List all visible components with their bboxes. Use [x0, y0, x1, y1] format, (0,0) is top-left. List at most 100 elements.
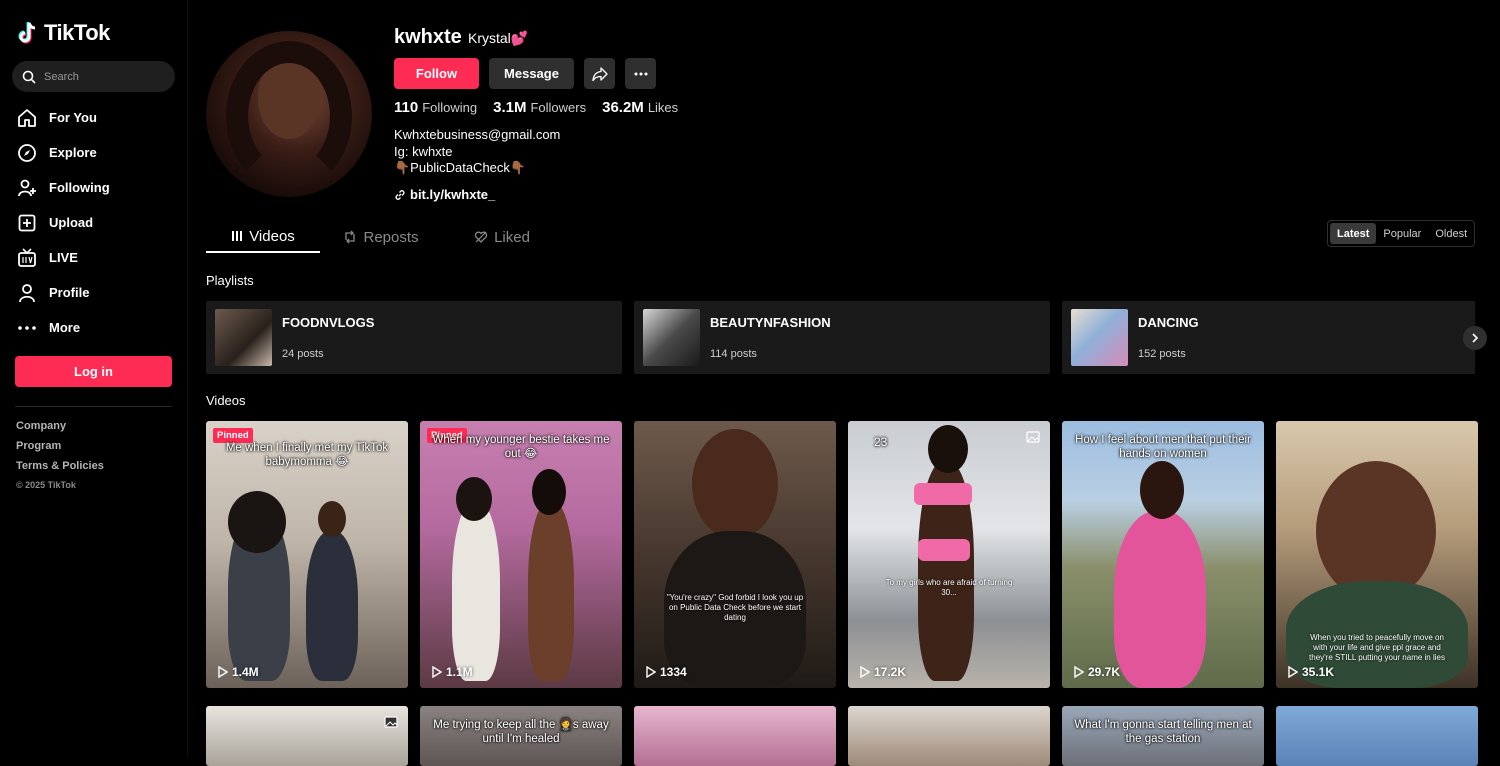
following-stat[interactable]: 110 Following: [394, 99, 477, 116]
play-icon: [1074, 666, 1084, 678]
playlist-name: DANCING: [1138, 315, 1199, 330]
search-bar[interactable]: [12, 61, 175, 92]
likes-count: 36.2M: [602, 99, 644, 116]
video-views: 35.1K: [1288, 665, 1334, 679]
liked-icon: [474, 231, 488, 243]
video-caption: What I'm gonna start telling men at the …: [1074, 719, 1252, 745]
video-card[interactable]: [1276, 706, 1478, 766]
video-figure-head: [692, 429, 778, 539]
search-icon: [22, 70, 36, 84]
followers-stat[interactable]: 3.1M Followers: [493, 99, 586, 116]
message-button[interactable]: Message: [489, 58, 574, 89]
play-icon: [432, 666, 442, 678]
video-figure-head: [1316, 461, 1436, 601]
video-figure-head: [228, 491, 286, 553]
video-card[interactable]: [848, 706, 1050, 766]
sort-latest[interactable]: Latest: [1330, 223, 1377, 244]
video-card[interactable]: Pinned Me when I finally met my TikTok b…: [206, 421, 408, 688]
sidebar: TikTok For You Explore Following: [0, 0, 188, 756]
video-figure: [1114, 511, 1206, 688]
more-options-button[interactable]: [625, 58, 656, 89]
video-card[interactable]: What I'm gonna start telling men at the …: [1062, 706, 1264, 766]
compass-icon: [17, 143, 37, 163]
follow-button[interactable]: Follow: [394, 58, 479, 89]
video-figure-head: [456, 477, 492, 521]
views-count: 1334: [660, 665, 687, 679]
avatar-hair: [226, 41, 352, 191]
nav-explore[interactable]: Explore: [17, 135, 177, 170]
video-figure: [528, 501, 574, 681]
playlist-name: BEAUTYNFASHION: [710, 315, 831, 330]
video-card[interactable]: [634, 706, 836, 766]
video-card[interactable]: "You're crazy" God forbid I look you up …: [634, 421, 836, 688]
video-views: 1.1M: [432, 665, 473, 679]
grid-icon: [232, 231, 243, 241]
nav-label: Following: [49, 180, 110, 195]
video-views: 29.7K: [1074, 665, 1120, 679]
video-figure-head: [318, 501, 346, 537]
tab-liked[interactable]: Liked: [442, 221, 562, 253]
playlist-card[interactable]: BEAUTYNFASHION 114 posts: [634, 301, 1050, 374]
tiktok-logo[interactable]: TikTok: [18, 20, 110, 46]
search-input[interactable]: [44, 70, 154, 83]
nav-label: For You: [49, 110, 97, 125]
footer-company-link[interactable]: Company: [16, 420, 104, 432]
views-count: 1.4M: [232, 665, 259, 679]
playlist-count: 152 posts: [1138, 348, 1186, 360]
video-card[interactable]: Me trying to keep all the 🤵s away until …: [420, 706, 622, 766]
sidebar-divider: [15, 406, 172, 407]
nav-live[interactable]: LIVE: [17, 240, 177, 275]
playlist-card[interactable]: DANCING 152 posts: [1062, 301, 1475, 374]
play-icon: [860, 666, 870, 678]
photo-icon: [384, 716, 398, 728]
playlist-info: DANCING 152 posts: [1138, 315, 1199, 360]
playlists-heading: Playlists: [206, 273, 254, 288]
video-caption: 23: [874, 435, 888, 449]
profile-link[interactable]: bit.ly/kwhxte_: [394, 187, 495, 202]
profile-tabs: Videos Reposts Liked: [206, 221, 562, 253]
playlists-row: FOODNVLOGS 24 posts BEAUTYNFASHION 114 p…: [206, 301, 1475, 374]
following-label: Following: [422, 100, 478, 115]
nav-label: More: [49, 320, 81, 335]
video-figure-head: [1140, 461, 1184, 519]
tab-label: Liked: [494, 228, 530, 246]
video-card[interactable]: 23 To my girls who are afraid of turning…: [848, 421, 1050, 688]
profile-avatar: [206, 31, 372, 197]
bio-line: Kwhxtebusiness@gmail.com: [394, 127, 561, 142]
sort-oldest[interactable]: Oldest: [1428, 223, 1474, 244]
playlist-thumbnail: [1071, 309, 1128, 366]
tab-videos[interactable]: Videos: [206, 221, 320, 253]
bio-line: 👇🏾PublicDataCheck👇🏾: [394, 160, 527, 175]
profile-link-text: bit.ly/kwhxte_: [410, 187, 496, 202]
playlist-info: BEAUTYNFASHION 114 posts: [710, 315, 831, 360]
live-icon: [17, 247, 37, 268]
views-count: 35.1K: [1302, 665, 1335, 679]
nav-for-you[interactable]: For You: [17, 100, 177, 135]
video-caption: Me trying to keep all the 🤵s away until …: [433, 719, 609, 745]
playlist-card[interactable]: FOODNVLOGS 24 posts: [206, 301, 622, 374]
play-icon: [646, 666, 656, 678]
playlist-count: 114 posts: [710, 348, 757, 360]
nav-following[interactable]: Following: [17, 170, 177, 205]
views-count: 1.1M: [446, 665, 473, 679]
footer-program-link[interactable]: Program: [16, 440, 104, 452]
video-card[interactable]: How I feel about men that put their hand…: [1062, 421, 1264, 688]
login-button[interactable]: Log in: [15, 356, 172, 387]
video-card[interactable]: When you tried to peacefully move on wit…: [1276, 421, 1478, 688]
video-figure-head: [928, 425, 968, 473]
nav-profile[interactable]: Profile: [17, 275, 177, 310]
nav-more[interactable]: More: [17, 310, 177, 345]
video-views: 1334: [646, 665, 687, 679]
video-card[interactable]: Pinned When my younger bestie takes me o…: [420, 421, 622, 688]
footer-terms-link[interactable]: Terms & Policies: [16, 460, 104, 472]
playlists-next-button[interactable]: [1463, 326, 1487, 350]
share-button[interactable]: [584, 58, 615, 89]
video-views: 1.4M: [218, 665, 259, 679]
following-icon: [17, 178, 37, 198]
tab-reposts[interactable]: Reposts: [320, 221, 442, 253]
nav-upload[interactable]: Upload: [17, 205, 177, 240]
sort-popular[interactable]: Popular: [1376, 223, 1428, 244]
video-figure: [452, 501, 500, 681]
profile-username: kwhxte: [394, 26, 462, 48]
video-card[interactable]: [206, 706, 408, 766]
